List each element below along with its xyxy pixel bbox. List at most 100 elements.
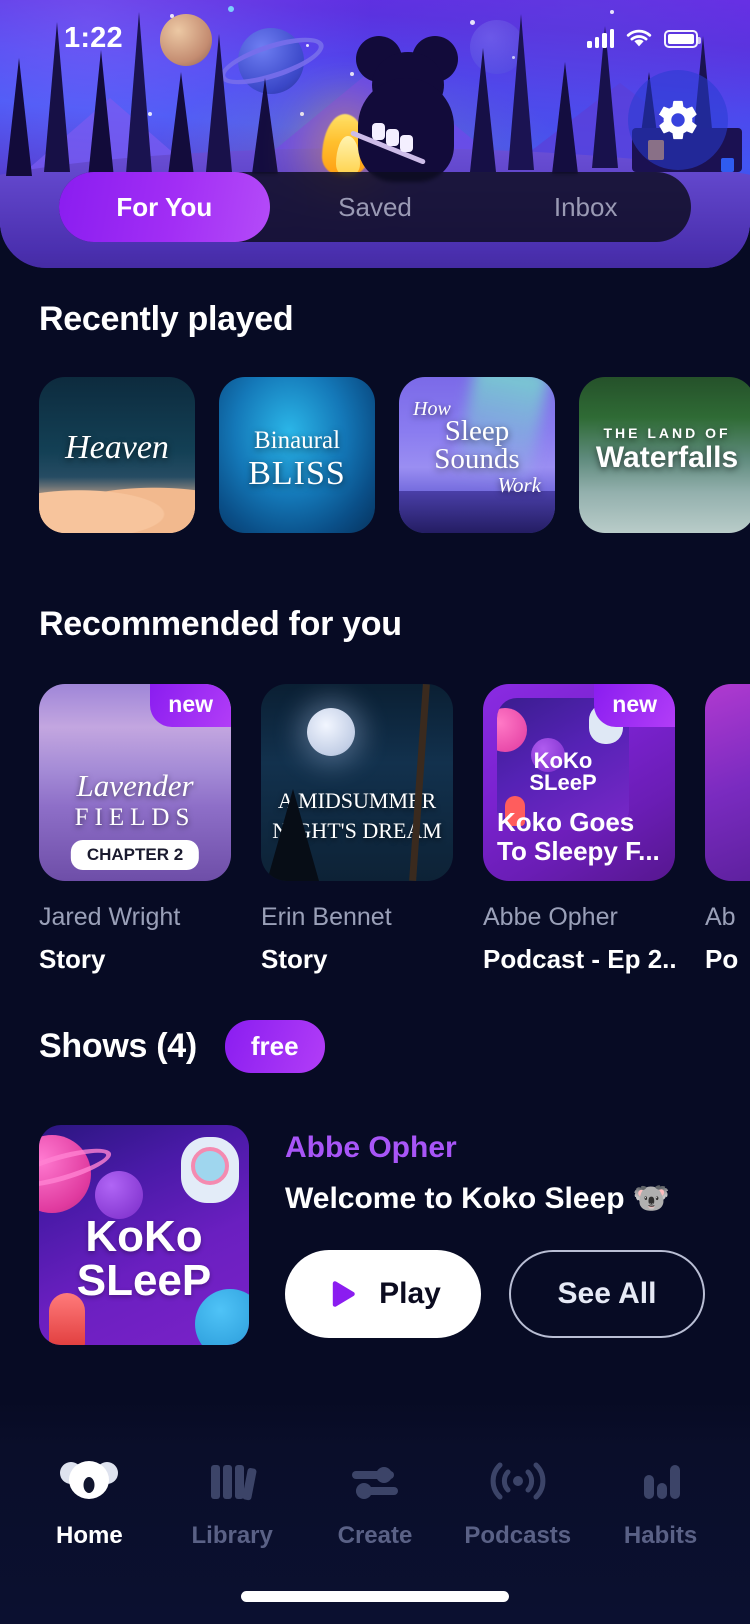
recommended-type: Po (705, 944, 739, 974)
home-indicator (241, 1591, 509, 1602)
nav-label-home: Home (56, 1522, 123, 1549)
tab-saved[interactable]: Saved (270, 172, 481, 242)
status-clock: 1:22 (64, 22, 123, 54)
recommended-artwork: A MIDSUMMER NIGHT'S DREAM (261, 684, 453, 881)
recommended-type: Story (39, 944, 106, 974)
art-title-line4: Work (497, 473, 541, 497)
new-badge: new (594, 684, 675, 727)
tree-trunk (409, 684, 430, 881)
recommended-title: Recommended for you (39, 605, 402, 643)
show-author: Abbe Opher (285, 1131, 457, 1164)
pine-tree (552, 62, 578, 174)
art-title-line2: Waterfalls (595, 441, 739, 474)
recommended-author: Erin Bennet (261, 903, 392, 931)
bar-chart-icon (638, 1456, 684, 1506)
recommended-carousel[interactable]: new Lavender FIELDS CHAPTER 2 Jared Wrig… (0, 684, 750, 975)
art-title-line2: BLISS (248, 455, 346, 492)
recommended-author: Ab (705, 903, 736, 931)
art-title-line1: Lavender (76, 768, 194, 803)
cabin-window (721, 158, 734, 172)
recently-played-carousel[interactable]: Heaven Binaural BLISS How Sleep Sounds W… (0, 377, 750, 533)
nav-item-habits[interactable]: Habits (589, 1456, 732, 1550)
show-title: Welcome to Koko Sleep 🐨 (285, 1182, 671, 1215)
nav-items: Home Library Create Podcasts Habits (0, 1400, 750, 1550)
recommended-card[interactable]: new KoKo SLeeP Koko Goes To Sleepy F... … (483, 684, 675, 975)
free-badge: free (224, 1020, 325, 1073)
pine-tree (252, 78, 278, 174)
koala-icon (60, 1456, 119, 1506)
nav-item-library[interactable]: Library (161, 1456, 304, 1550)
koko-line1: KoKo (533, 748, 593, 773)
recommended-overlay-title: Koko Goes To Sleepy F... (497, 806, 660, 867)
app-screen: 1:22 For You Saved Inbox Recently played… (0, 0, 750, 1624)
play-triangle-icon (332, 1281, 355, 1307)
recommended-artwork: new Lavender FIELDS CHAPTER 2 (39, 684, 231, 881)
nav-label-habits: Habits (623, 1522, 698, 1549)
recently-played-item[interactable]: Binaural BLISS (219, 377, 375, 533)
bottom-navigation: Home Library Create Podcasts Habits (0, 1400, 750, 1624)
recommended-card[interactable]: Ab Po (705, 684, 750, 975)
recently-played-title: Recently played (39, 300, 294, 338)
planet (497, 708, 527, 752)
hero-banner: 1:22 For You Saved Inbox (0, 0, 750, 268)
nav-label-create: Create (337, 1522, 413, 1549)
see-all-label: See All (557, 1277, 657, 1310)
recently-played-item[interactable]: THE LAND OF Waterfalls (579, 377, 750, 533)
art-title-line3: Sounds (434, 443, 520, 475)
shows-section: Shows (4) free KoKo SLeeP Abbe Opher Wel… (0, 1020, 750, 1345)
recommended-type: Podcast - Ep 2... (483, 944, 675, 974)
show-artwork[interactable]: KoKo SLeeP (39, 1125, 249, 1345)
recommended-artwork (705, 684, 750, 881)
recommended-author: Abbe Opher (483, 903, 618, 931)
recently-played-item[interactable]: Heaven (39, 377, 195, 533)
new-badge: new (150, 684, 231, 727)
moon-icon (307, 708, 355, 756)
recently-played-section: Recently played Heaven Binaural BLISS Ho… (0, 300, 750, 533)
marshmallow (400, 135, 413, 152)
recently-played-item[interactable]: How Sleep Sounds Work (399, 377, 555, 533)
marshmallow (372, 123, 385, 140)
cloud-art (39, 477, 195, 533)
battery-icon (664, 29, 701, 48)
nav-item-home[interactable]: Home (18, 1456, 161, 1550)
pine-tree (6, 58, 32, 176)
koko-line2: SLeeP (529, 770, 597, 795)
recommended-type: Story (261, 944, 328, 974)
show-actions: Play See All (285, 1250, 750, 1338)
recommended-card[interactable]: new Lavender FIELDS CHAPTER 2 Jared Wrig… (39, 684, 231, 975)
tab-inbox[interactable]: Inbox (480, 172, 691, 242)
nav-label-library: Library (191, 1522, 273, 1549)
cellular-signal-icon (587, 29, 614, 48)
recommended-author: Jared Wright (39, 903, 181, 931)
pine-tree (168, 72, 194, 176)
recommended-artwork: new KoKo SLeeP Koko Goes To Sleepy F... (483, 684, 675, 881)
books-icon (207, 1456, 257, 1506)
chapter-badge: CHAPTER 2 (70, 840, 200, 870)
show-art-line1: KoKo (85, 1212, 203, 1261)
wifi-icon (626, 29, 652, 47)
segment-tabs: For You Saved Inbox (59, 172, 691, 242)
status-indicators (587, 28, 701, 49)
art-title-line1: THE LAND OF (603, 425, 731, 441)
gear-icon (658, 100, 697, 140)
nav-item-create[interactable]: Create (304, 1456, 447, 1550)
marshmallow (386, 129, 399, 146)
tree-silhouette (267, 789, 319, 881)
status-bar: 1:22 (0, 0, 750, 70)
village-art (399, 491, 555, 533)
rocket-icon (49, 1293, 85, 1345)
see-all-button[interactable]: See All (509, 1250, 705, 1338)
play-button[interactable]: Play (285, 1250, 481, 1338)
art-title-line2: FIELDS (74, 804, 196, 831)
tab-for-you[interactable]: For You (59, 172, 270, 242)
show-featured-row: KoKo SLeeP Abbe Opher Welcome to Koko Sl… (0, 1125, 750, 1345)
recommended-section: Recommended for you new Lavender FIELDS … (0, 605, 750, 975)
broadcast-icon (490, 1456, 546, 1506)
sliders-icon (348, 1456, 402, 1506)
recommended-card[interactable]: A MIDSUMMER NIGHT'S DREAM Erin Bennet St… (261, 684, 453, 975)
astronaut-helmet (191, 1147, 229, 1185)
art-title: Heaven (65, 429, 169, 466)
nav-label-podcasts: Podcasts (464, 1522, 572, 1549)
settings-button[interactable] (628, 70, 728, 170)
nav-item-podcasts[interactable]: Podcasts (446, 1456, 589, 1550)
